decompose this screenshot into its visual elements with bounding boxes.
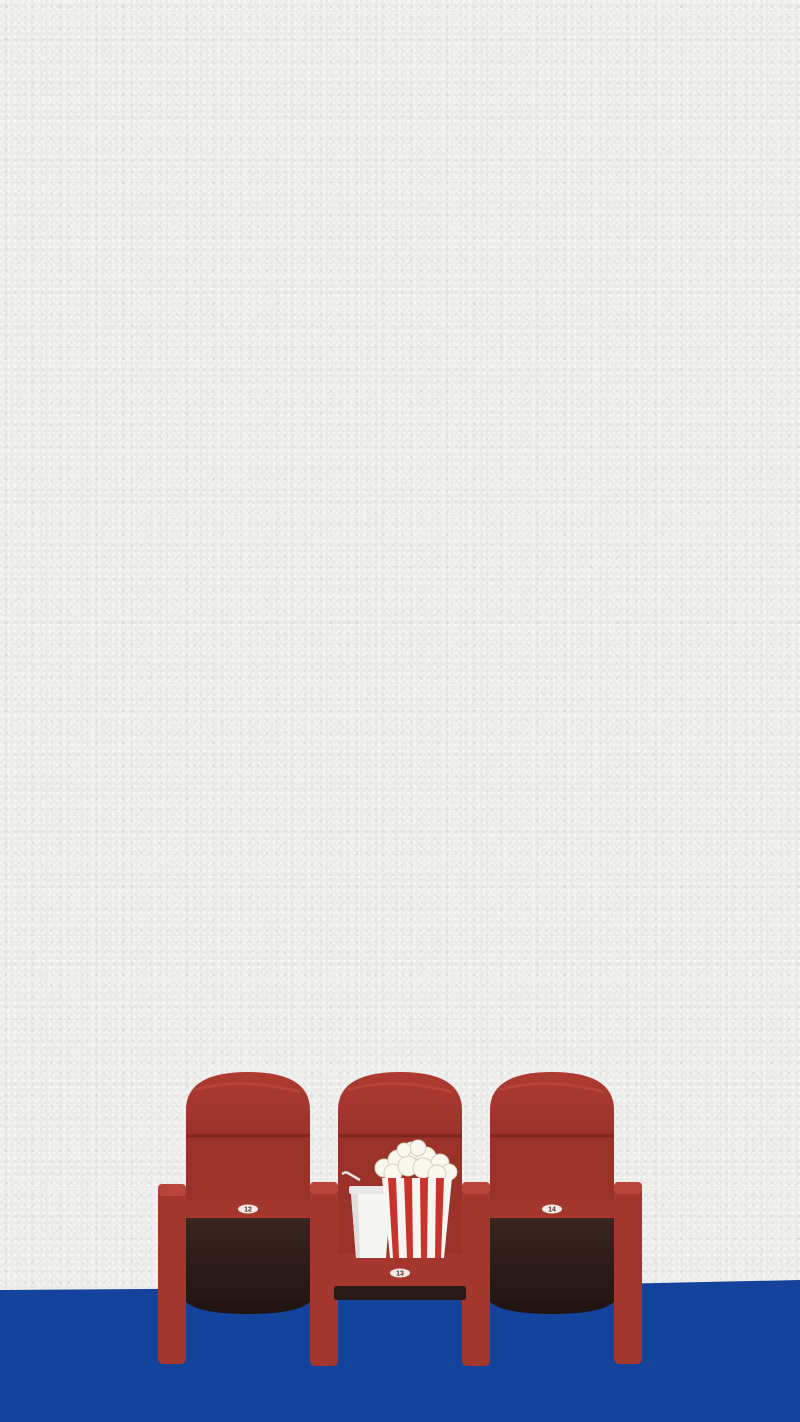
- seat-number-14: 14: [548, 1207, 556, 1214]
- seat-number-13: 13: [396, 1271, 404, 1278]
- theater-seats-illustration: 12 14 13: [158, 1072, 642, 1366]
- seat-right: 14: [488, 1072, 642, 1364]
- seat-number-12: 12: [244, 1207, 252, 1214]
- seat-left: 12: [158, 1072, 338, 1366]
